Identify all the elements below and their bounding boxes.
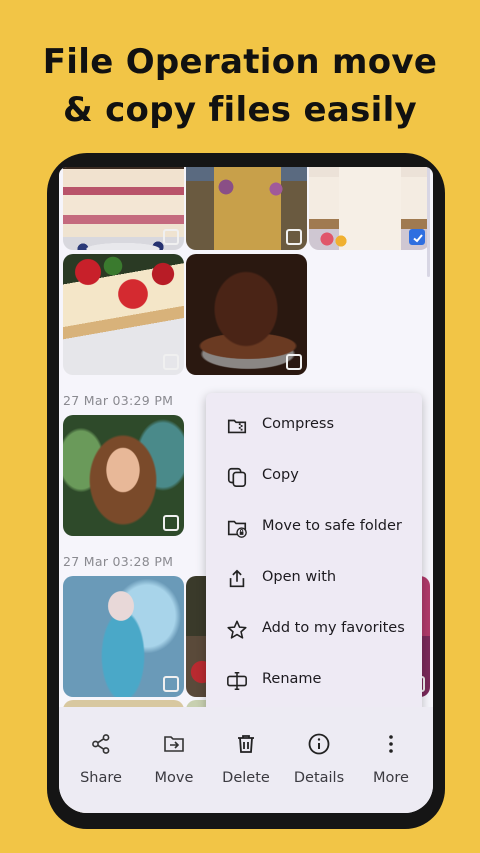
move-button[interactable]: Move bbox=[137, 732, 211, 786]
share-icon bbox=[92, 734, 110, 754]
thumbnail-chocolate-dessert[interactable] bbox=[186, 254, 307, 375]
thumbnail-strawberry-cheesecake[interactable] bbox=[63, 254, 184, 375]
move-label: Move bbox=[154, 770, 194, 786]
menu-item-copy[interactable]: Copy bbox=[206, 452, 422, 503]
thumbnail-ice-fairy[interactable] bbox=[63, 576, 184, 697]
select-checkbox[interactable] bbox=[163, 229, 179, 245]
thumbnail-gold-cake[interactable] bbox=[186, 167, 307, 250]
menu-item-add-to-favorites[interactable]: Add to my favorites bbox=[206, 605, 422, 656]
menu-item-label: Compress bbox=[262, 416, 334, 432]
menu-item-label: Move to safe folder bbox=[262, 518, 402, 534]
delete-button[interactable]: Delete bbox=[209, 732, 283, 786]
details-label: Details bbox=[293, 770, 345, 786]
menu-item-compress[interactable]: Compress bbox=[206, 401, 422, 452]
delete-label: Delete bbox=[222, 770, 270, 786]
select-checkbox-checked[interactable] bbox=[409, 229, 425, 245]
star-icon bbox=[227, 620, 247, 639]
info-icon bbox=[308, 733, 330, 755]
trash-icon bbox=[238, 735, 254, 753]
thumbnail-blueberry-cake[interactable] bbox=[63, 167, 184, 250]
thumbnail-sprinkle-cake[interactable] bbox=[309, 167, 430, 250]
menu-item-label: Copy bbox=[262, 467, 299, 483]
select-checkbox[interactable] bbox=[286, 229, 302, 245]
menu-item-label: Open with bbox=[262, 569, 337, 585]
menu-item-move-to-safe-folder[interactable]: Move to safe folder bbox=[206, 503, 422, 554]
phone-screen: 27 Mar 03:29 PM 27 Mar 03:28 PM Compress… bbox=[59, 167, 433, 813]
menu-item-label: Add to my favorites bbox=[262, 620, 405, 636]
share-button[interactable]: Share bbox=[64, 732, 138, 786]
menu-item-open-with[interactable]: Open with bbox=[206, 554, 422, 605]
select-checkbox[interactable] bbox=[163, 354, 179, 370]
menu-item-rename[interactable]: Rename bbox=[206, 656, 422, 707]
date-header: 27 Mar 03:28 PM bbox=[63, 554, 174, 569]
open-with-icon bbox=[229, 569, 245, 588]
more-vertical-icon bbox=[389, 735, 393, 753]
date-header: 27 Mar 03:29 PM bbox=[63, 393, 174, 408]
compress-icon bbox=[227, 419, 247, 434]
details-button[interactable]: Details bbox=[282, 732, 356, 786]
headline-line-2: & copy files easily bbox=[63, 90, 417, 130]
promo-headline: File Operation move & copy files easily bbox=[0, 38, 480, 134]
more-label: More bbox=[373, 770, 409, 786]
more-button[interactable]: More bbox=[354, 732, 428, 786]
rename-icon bbox=[227, 671, 247, 691]
safe-folder-icon bbox=[227, 520, 247, 538]
move-icon bbox=[164, 736, 184, 752]
scrollbar[interactable] bbox=[427, 167, 430, 277]
select-checkbox[interactable] bbox=[286, 354, 302, 370]
select-checkbox[interactable] bbox=[163, 515, 179, 531]
copy-icon bbox=[227, 467, 247, 487]
context-menu: Compress Copy Move to safe folder Open w… bbox=[206, 393, 422, 717]
share-label: Share bbox=[80, 770, 122, 786]
headline-line-1: File Operation move bbox=[42, 42, 438, 82]
select-checkbox[interactable] bbox=[163, 676, 179, 692]
menu-item-label: Rename bbox=[262, 671, 322, 687]
bottom-action-bar: Share Move Delete Details More bbox=[59, 707, 433, 813]
thumbnail-fairy-girl[interactable] bbox=[63, 415, 184, 536]
